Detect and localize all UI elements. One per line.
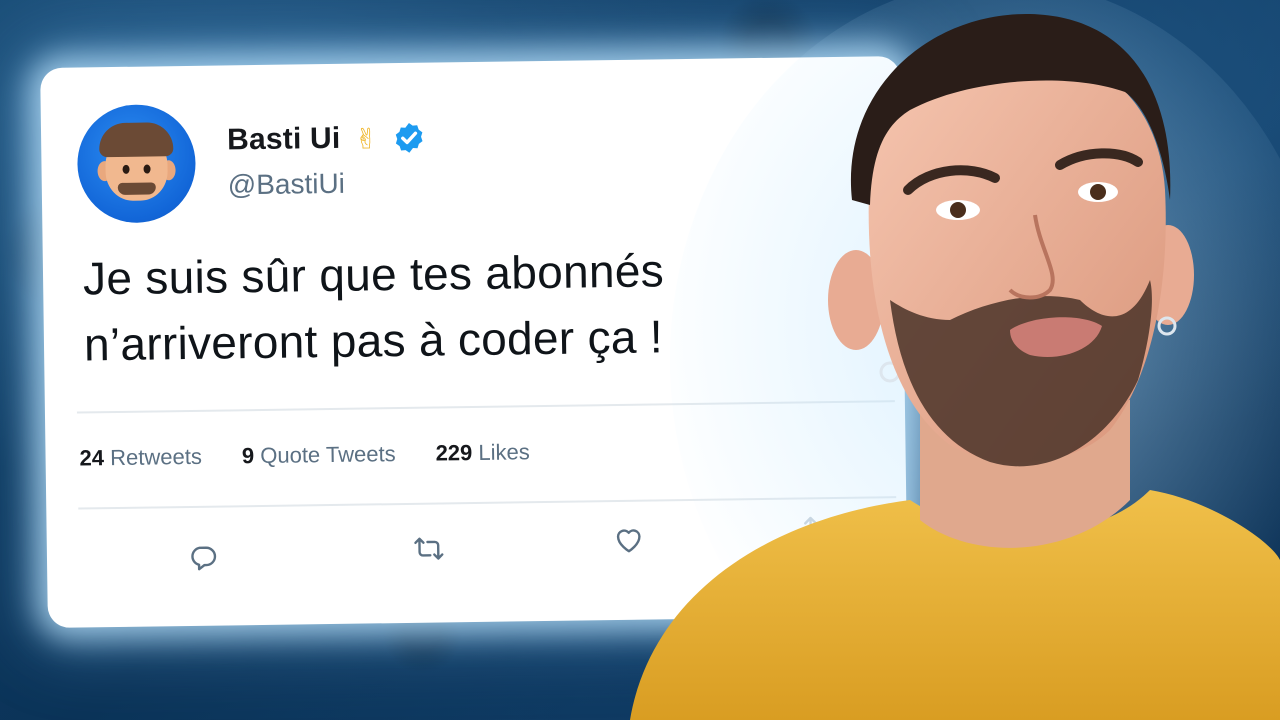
likes-count: 229 — [435, 440, 473, 466]
victory-hand-emoji-icon: ✌ — [354, 121, 379, 156]
quote-tweets-stat[interactable]: 9 Quote Tweets — [242, 441, 396, 469]
avatar-mustache — [117, 182, 156, 195]
avatar[interactable] — [76, 103, 197, 224]
user-handle[interactable]: @BastiUi — [228, 168, 346, 202]
retweets-stat[interactable]: 24 Retweets — [79, 444, 202, 472]
retweets-count: 24 — [79, 445, 105, 471]
reply-icon — [191, 546, 217, 571]
retweet-icon — [414, 537, 444, 560]
quote-tweets-count: 9 — [241, 443, 255, 469]
avatar-eye — [122, 164, 130, 174]
author-name-row: Basti Ui ✌ — [227, 121, 426, 158]
likes-label: Likes — [478, 439, 530, 465]
quote-tweets-label: Quote Tweets — [260, 441, 396, 468]
verified-badge-icon — [395, 123, 423, 153]
person-photo — [630, 0, 1280, 720]
retweet-button[interactable] — [409, 528, 450, 569]
display-name[interactable]: Basti Ui — [227, 122, 341, 158]
avatar-hair — [98, 122, 174, 158]
likes-stat[interactable]: 229 Likes — [435, 439, 530, 466]
retweets-label: Retweets — [110, 443, 203, 471]
tweet-stats: 24 Retweets 9 Quote Tweets 229 Likes — [79, 439, 530, 471]
left-pupil — [950, 202, 966, 218]
right-pupil — [1090, 184, 1106, 200]
reply-button[interactable] — [183, 538, 224, 579]
avatar-eye — [143, 164, 151, 174]
